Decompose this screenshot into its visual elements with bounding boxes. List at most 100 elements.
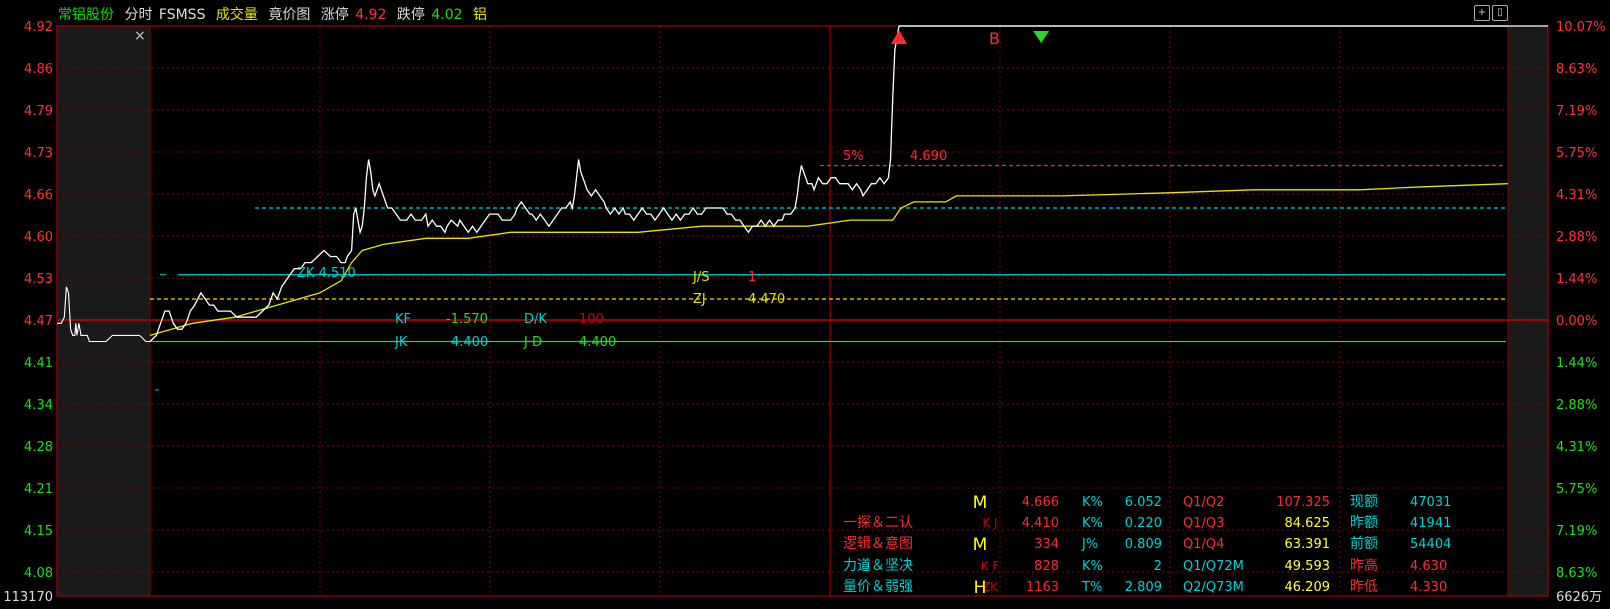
panel-value-v2: 49.593 [1285,559,1331,574]
average-price-line [149,183,1509,337]
y-tick-right: 7.19% [1556,524,1597,539]
panel-key-k2: Q2/Q73M [1183,580,1244,595]
panel-row-title: 逻辑＆意图 [843,535,913,552]
indicator-label[interactable]: FSMSS [159,7,206,23]
panel-value-v1: 6.052 [1125,495,1162,510]
stock-name[interactable]: 常铝股份 [58,7,114,23]
panel-key-k3: 昨额 [1350,515,1378,531]
close-icon[interactable]: × [134,28,146,44]
window-icon: ▯ [1497,7,1503,18]
window-toggle-button[interactable]: ▯ [1492,5,1508,21]
y-tick-left: 113170 [3,590,53,605]
y-tick-left: 4.92 [24,20,53,35]
annotation-5pct-value: 4.690 [910,149,947,164]
panel-value-v2: 46.209 [1285,580,1331,595]
y-tick-left: 4.53 [24,272,53,287]
y-tick-right: 10.07% [1556,20,1606,35]
y-tick-right: 7.19% [1556,104,1597,119]
panel-row-key: K J [982,516,997,530]
add-window-button[interactable]: + [1474,5,1490,21]
limit-up-value: 4.92 [355,7,387,23]
panel-value-c1: 1163 [1026,580,1059,595]
y-tick-right: 8.63% [1556,566,1597,581]
signal-text-b: B [989,29,1000,48]
y-tick-right: 4.31% [1556,188,1597,203]
panel-row-title: 一探＆二认 [843,515,913,531]
annotation-5pct-label: 5% [843,149,864,164]
chart-stage: 4.92 10.07% 4.86 8.63% 4.79 7.19% 4.73 5.75% 4.6… [0,0,1610,605]
y-tick-left: 4.28 [24,440,53,455]
auction-panel-bg [57,26,150,596]
panel-row-mark: M [973,535,988,555]
y-tick-left: 4.79 [24,104,53,119]
y-tick-left: 4.47 [24,314,53,329]
y-tick-right: 5.75% [1556,146,1597,161]
y-tick-left: 4.21 [24,482,53,497]
panel-value-v3: 4.330 [1410,580,1447,595]
panel-value-c1: 4.666 [1022,495,1059,510]
panel-value-v1: 2.809 [1125,580,1162,595]
panel-row-title: 力道＆坚决 [843,558,913,574]
panel-key-k3: 昨高 [1350,557,1378,574]
y-tick-left: 4.08 [24,566,53,581]
limit-down-value: 4.02 [431,7,463,23]
y-tick-right: 4.31% [1556,440,1597,455]
panel-value-v1: 0.809 [1125,537,1162,552]
y-tick-right: 5.75% [1556,482,1597,497]
panel-key-k1: K% [1082,559,1103,574]
y-tick-right: 0.00% [1556,314,1597,329]
panel-value-v2: 63.391 [1285,537,1331,552]
y-tick-left: 4.34 [24,398,53,413]
y-tick-left: 4.15 [24,524,53,539]
panel-value-v1: 2 [1154,559,1162,574]
y-tick-left: 4.86 [24,62,53,77]
annotation-jk-value: 4.400 [451,335,488,350]
panel-value-v2: 84.625 [1285,516,1331,531]
panel-key-k2: Q1/Q72M [1183,559,1244,574]
panel-row-mark: H [974,578,987,598]
panel-key-k3: 昨低 [1350,579,1378,595]
annotation-jk-label: JK [394,335,408,350]
annotation-js-value: 1 [748,270,756,285]
panel-value-c1: 334 [1034,537,1059,552]
y-tick-right: 8.63% [1556,62,1597,77]
limit-up-label: 涨停 [320,7,349,23]
annotation-zj-label: ZJ [693,292,706,307]
intraday-price-line [149,25,1508,342]
panel-value-c1: 4.410 [1022,516,1059,531]
panel-key-k3: 前额 [1350,535,1378,552]
panel-key-k2: Q1/Q3 [1183,516,1224,531]
y-tick-right: 1.44% [1556,272,1597,287]
mode-label[interactable]: 分时 [124,7,152,23]
annotation-zj-value: 4.470 [748,292,785,307]
panel-value-v3: 47031 [1410,495,1451,510]
panel-key-k1: T% [1081,580,1102,595]
y-tick-right: 1.44% [1556,356,1597,371]
y-tick-right: 2.88% [1556,398,1597,413]
y-tick-left: 4.73 [24,146,53,161]
panel-key-k1: K% [1082,516,1103,531]
y-tick-right: 6626万 [1556,590,1602,605]
auction-label[interactable]: 竟价图 [268,7,310,23]
buy-signal-triangle [891,30,908,44]
panel-key-k1: J% [1081,537,1098,552]
panel-value-v1: 0.220 [1125,516,1162,531]
y-tick-left: 4.41 [24,356,53,371]
annotation-kf-value: -1.570 [446,312,488,327]
annotation-zk: ZK 4.510 [297,266,356,281]
plot-frame [56,25,1549,597]
annotation-jd-value: 4.400 [579,335,616,350]
panel-value-v3: 41941 [1410,516,1451,531]
panel-key-k1: K% [1082,495,1103,510]
panel-key-k2: Q1/Q4 [1183,537,1224,552]
panel-value-v3: 4.630 [1410,559,1447,574]
annotation-jd-label: J D [523,335,542,350]
plus-icon: + [1477,7,1487,18]
panel-value-v2: 107.325 [1276,495,1330,510]
right-panel-bg [1508,26,1548,596]
volume-label[interactable]: 成交量 [216,7,258,23]
panel-key-k2: Q1/Q2 [1183,495,1224,510]
annotation-js-label: J/S [692,270,709,285]
annotation-dk-label: D/K [524,312,547,327]
header-suffix: 铝 [472,7,487,23]
